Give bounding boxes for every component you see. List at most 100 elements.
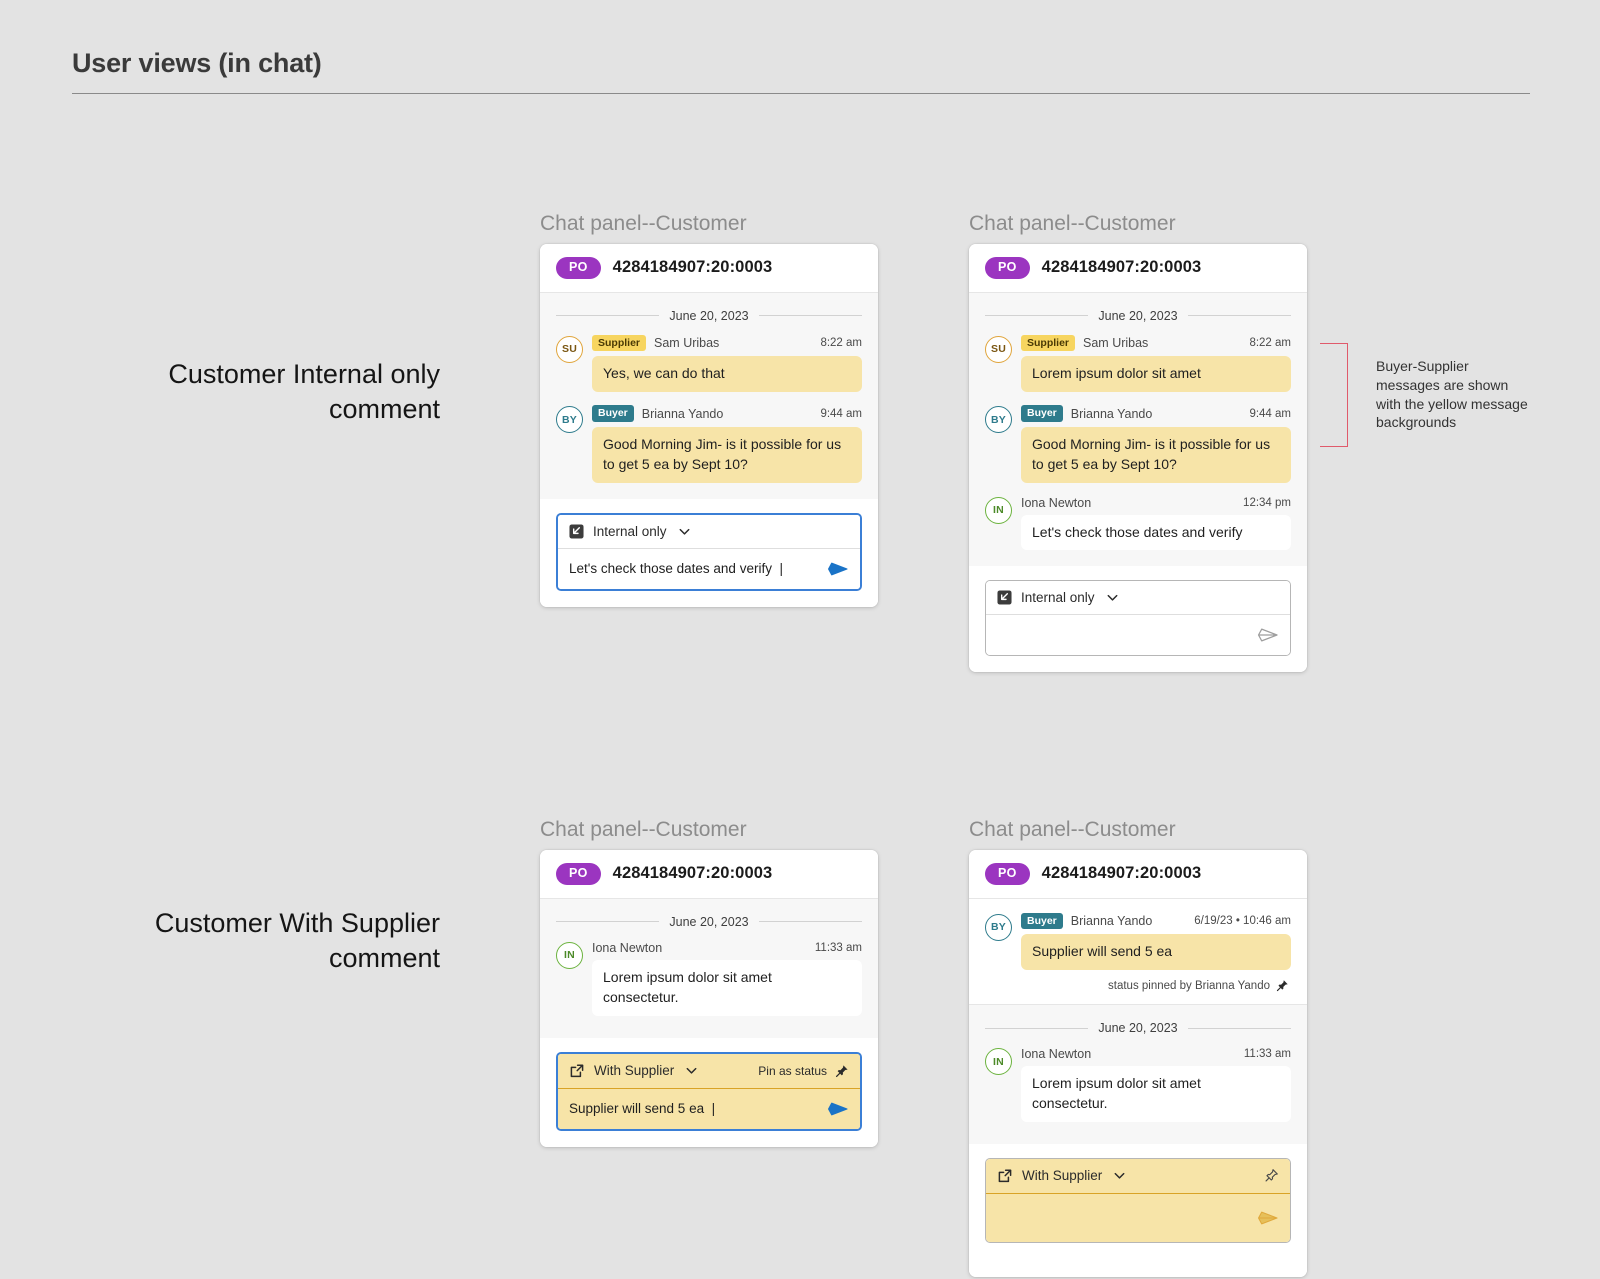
chat-panel: PO 4284184907:20:0003 June 20, 2023 SU S… (540, 244, 878, 607)
pinned-status-label: status pinned by Brianna Yando (1108, 979, 1270, 992)
avatar: IN (985, 496, 1012, 524)
message-time: 8:22 am (820, 337, 862, 350)
message-time: 9:44 am (1249, 407, 1291, 420)
date-line-right (758, 921, 862, 923)
panel-header: PO 4284184907:20:0003 (540, 244, 878, 293)
message-body: Supplier Sam Uribas 8:22 am Lorem ipsum … (1021, 334, 1291, 393)
panel-header: PO 4284184907:20:0003 (969, 850, 1307, 899)
composer-mode-bar[interactable]: With Supplier Pin as status (558, 1053, 860, 1089)
composer-input[interactable]: Supplier will send 5 ea | (569, 1101, 819, 1116)
composer-area: Internal only (969, 566, 1307, 673)
message-body: Buyer Brianna Yando 9:44 am Good Morning… (592, 405, 862, 483)
send-icon[interactable] (1257, 626, 1279, 644)
date-label: June 20, 2023 (1098, 308, 1178, 323)
chevron-down-icon[interactable] (684, 1063, 699, 1078)
composer-input-row[interactable]: Let's check those dates and verify | (558, 548, 860, 589)
date-label: June 20, 2023 (669, 308, 749, 323)
chat-panel: PO 4284184907:20:0003 June 20, 2023 SU S… (969, 244, 1307, 673)
message-time: 11:33 am (814, 941, 862, 954)
message-bubble: Supplier will send 5 ea (1021, 934, 1291, 971)
message-meta: Supplier Sam Uribas 8:22 am (592, 334, 862, 352)
message-bubble: Good Morning Jim- is it possible for us … (1021, 426, 1291, 483)
message-list: June 20, 2023 SU Supplier Sam Uribas 8:2… (540, 292, 878, 499)
chat-panel: PO 4284184907:20:0003 BY Buyer Brianna Y… (969, 850, 1307, 1277)
date-separator: June 20, 2023 (556, 915, 862, 929)
message-composer[interactable]: Internal only Let's check those dates an… (556, 512, 862, 591)
message-meta: Iona Newton 11:33 am (592, 941, 862, 955)
row-label-internal-only: Customer Internal only comment (168, 359, 440, 424)
page-header: User views (in chat) (72, 48, 1530, 94)
pin-icon (1276, 979, 1289, 992)
external-link-icon (997, 1168, 1013, 1184)
pin-outline-icon[interactable] (1264, 1168, 1279, 1183)
panel-caption: Chat panel--Customer (969, 212, 1176, 235)
composer-mode-bar[interactable]: Internal only (986, 581, 1290, 616)
message-author: Iona Newton (1021, 1047, 1092, 1062)
role-badge: Supplier (592, 334, 647, 352)
message-bubble: Let's check those dates and verify (1021, 514, 1291, 551)
title-divider (72, 93, 1530, 94)
message-meta: Buyer Brianna Yando 9:44 am (1021, 405, 1291, 422)
composer-input-row[interactable] (986, 615, 1290, 656)
composer-mode-bar[interactable]: Internal only (558, 514, 860, 549)
avatar: IN (985, 1048, 1012, 1076)
message-list: June 20, 2023 SU Supplier Sam Uribas 8:2… (969, 292, 1307, 567)
composer-mode-bar[interactable]: With Supplier (986, 1158, 1290, 1194)
po-number: 4284184907:20:0003 (612, 864, 773, 883)
message-author: Brianna Yando (1070, 914, 1153, 929)
message-time: 6/19/23 • 10:46 am (1194, 915, 1291, 928)
pin-toggle-button[interactable] (1264, 1168, 1279, 1183)
send-icon[interactable] (827, 1100, 849, 1118)
message-list: June 20, 2023 IN Iona Newton 11:33 am Lo… (969, 1004, 1307, 1144)
message-composer[interactable]: Internal only (985, 580, 1291, 657)
chevron-down-icon[interactable] (677, 524, 692, 539)
message-composer[interactable]: With Supplier (985, 1157, 1291, 1243)
panel-bottom-left: Chat panel--Customer PO 4284184907:20:00… (540, 818, 878, 1147)
po-badge: PO (556, 863, 601, 885)
message-meta: Buyer Brianna Yando 6/19/23 • 10:46 am (1021, 912, 1291, 930)
composer-input-row[interactable] (986, 1193, 1290, 1242)
row-label-with-supplier: Customer With Supplier comment (154, 908, 440, 973)
composer-input[interactable]: Let's check those dates and verify | (569, 561, 819, 576)
message-body: Iona Newton 11:33 am Lorem ipsum dolor s… (1021, 1047, 1291, 1122)
pin-as-status-button[interactable]: Pin as status (758, 1064, 849, 1078)
message-meta: Iona Newton 11:33 am (1021, 1047, 1291, 1061)
date-separator: June 20, 2023 (985, 309, 1291, 323)
send-icon[interactable] (827, 560, 849, 578)
panel-top-left: Chat panel--Customer PO 4284184907:20:00… (540, 212, 878, 607)
composer-mode-label: Internal only (1021, 590, 1095, 606)
composer-input-row[interactable]: Supplier will send 5 ea | (558, 1088, 860, 1129)
message-time: 9:44 am (820, 407, 862, 420)
chevron-down-icon[interactable] (1105, 590, 1120, 605)
pinned-status-block: BY Buyer Brianna Yando 6/19/23 • 10:46 a… (969, 898, 1307, 1005)
role-badge: Supplier (1021, 334, 1076, 352)
date-line-right (758, 315, 862, 317)
message-time: 11:33 am (1243, 1048, 1291, 1061)
role-badge: Buyer (592, 405, 634, 422)
message-composer[interactable]: With Supplier Pin as status Supplier wil… (556, 1051, 862, 1131)
chevron-down-icon[interactable] (1112, 1168, 1127, 1183)
panel-caption: Chat panel--Customer (540, 818, 747, 841)
internal-reply-icon (997, 590, 1012, 605)
message-bubble: Lorem ipsum dolor sit amet (1021, 356, 1291, 393)
date-line-left (985, 1027, 1089, 1029)
composer-mode-label: With Supplier (1022, 1168, 1103, 1184)
message-author: Brianna Yando (641, 406, 724, 421)
panel-bottom-right: Chat panel--Customer PO 4284184907:20:00… (969, 818, 1307, 1277)
message-body: Buyer Brianna Yando 6/19/23 • 10:46 am S… (1021, 912, 1291, 992)
message-item: SU Supplier Sam Uribas 8:22 am Yes, we c… (556, 334, 862, 393)
po-number: 4284184907:20:0003 (1041, 864, 1202, 883)
avatar: SU (985, 335, 1012, 363)
send-icon[interactable] (1257, 1209, 1279, 1227)
date-label: June 20, 2023 (1098, 1021, 1178, 1036)
role-badge: Buyer (1021, 405, 1063, 422)
message-author: Brianna Yando (1070, 406, 1153, 421)
message-author: Sam Uribas (1083, 336, 1149, 351)
composer-mode-label: Internal only (593, 523, 667, 539)
message-author: Sam Uribas (654, 336, 720, 351)
date-line-right (1187, 1027, 1291, 1029)
pin-icon[interactable] (835, 1064, 849, 1078)
message-item: SU Supplier Sam Uribas 8:22 am Lorem ips… (985, 334, 1291, 393)
po-badge: PO (985, 863, 1030, 885)
composer-mode-label: With Supplier (594, 1063, 675, 1078)
